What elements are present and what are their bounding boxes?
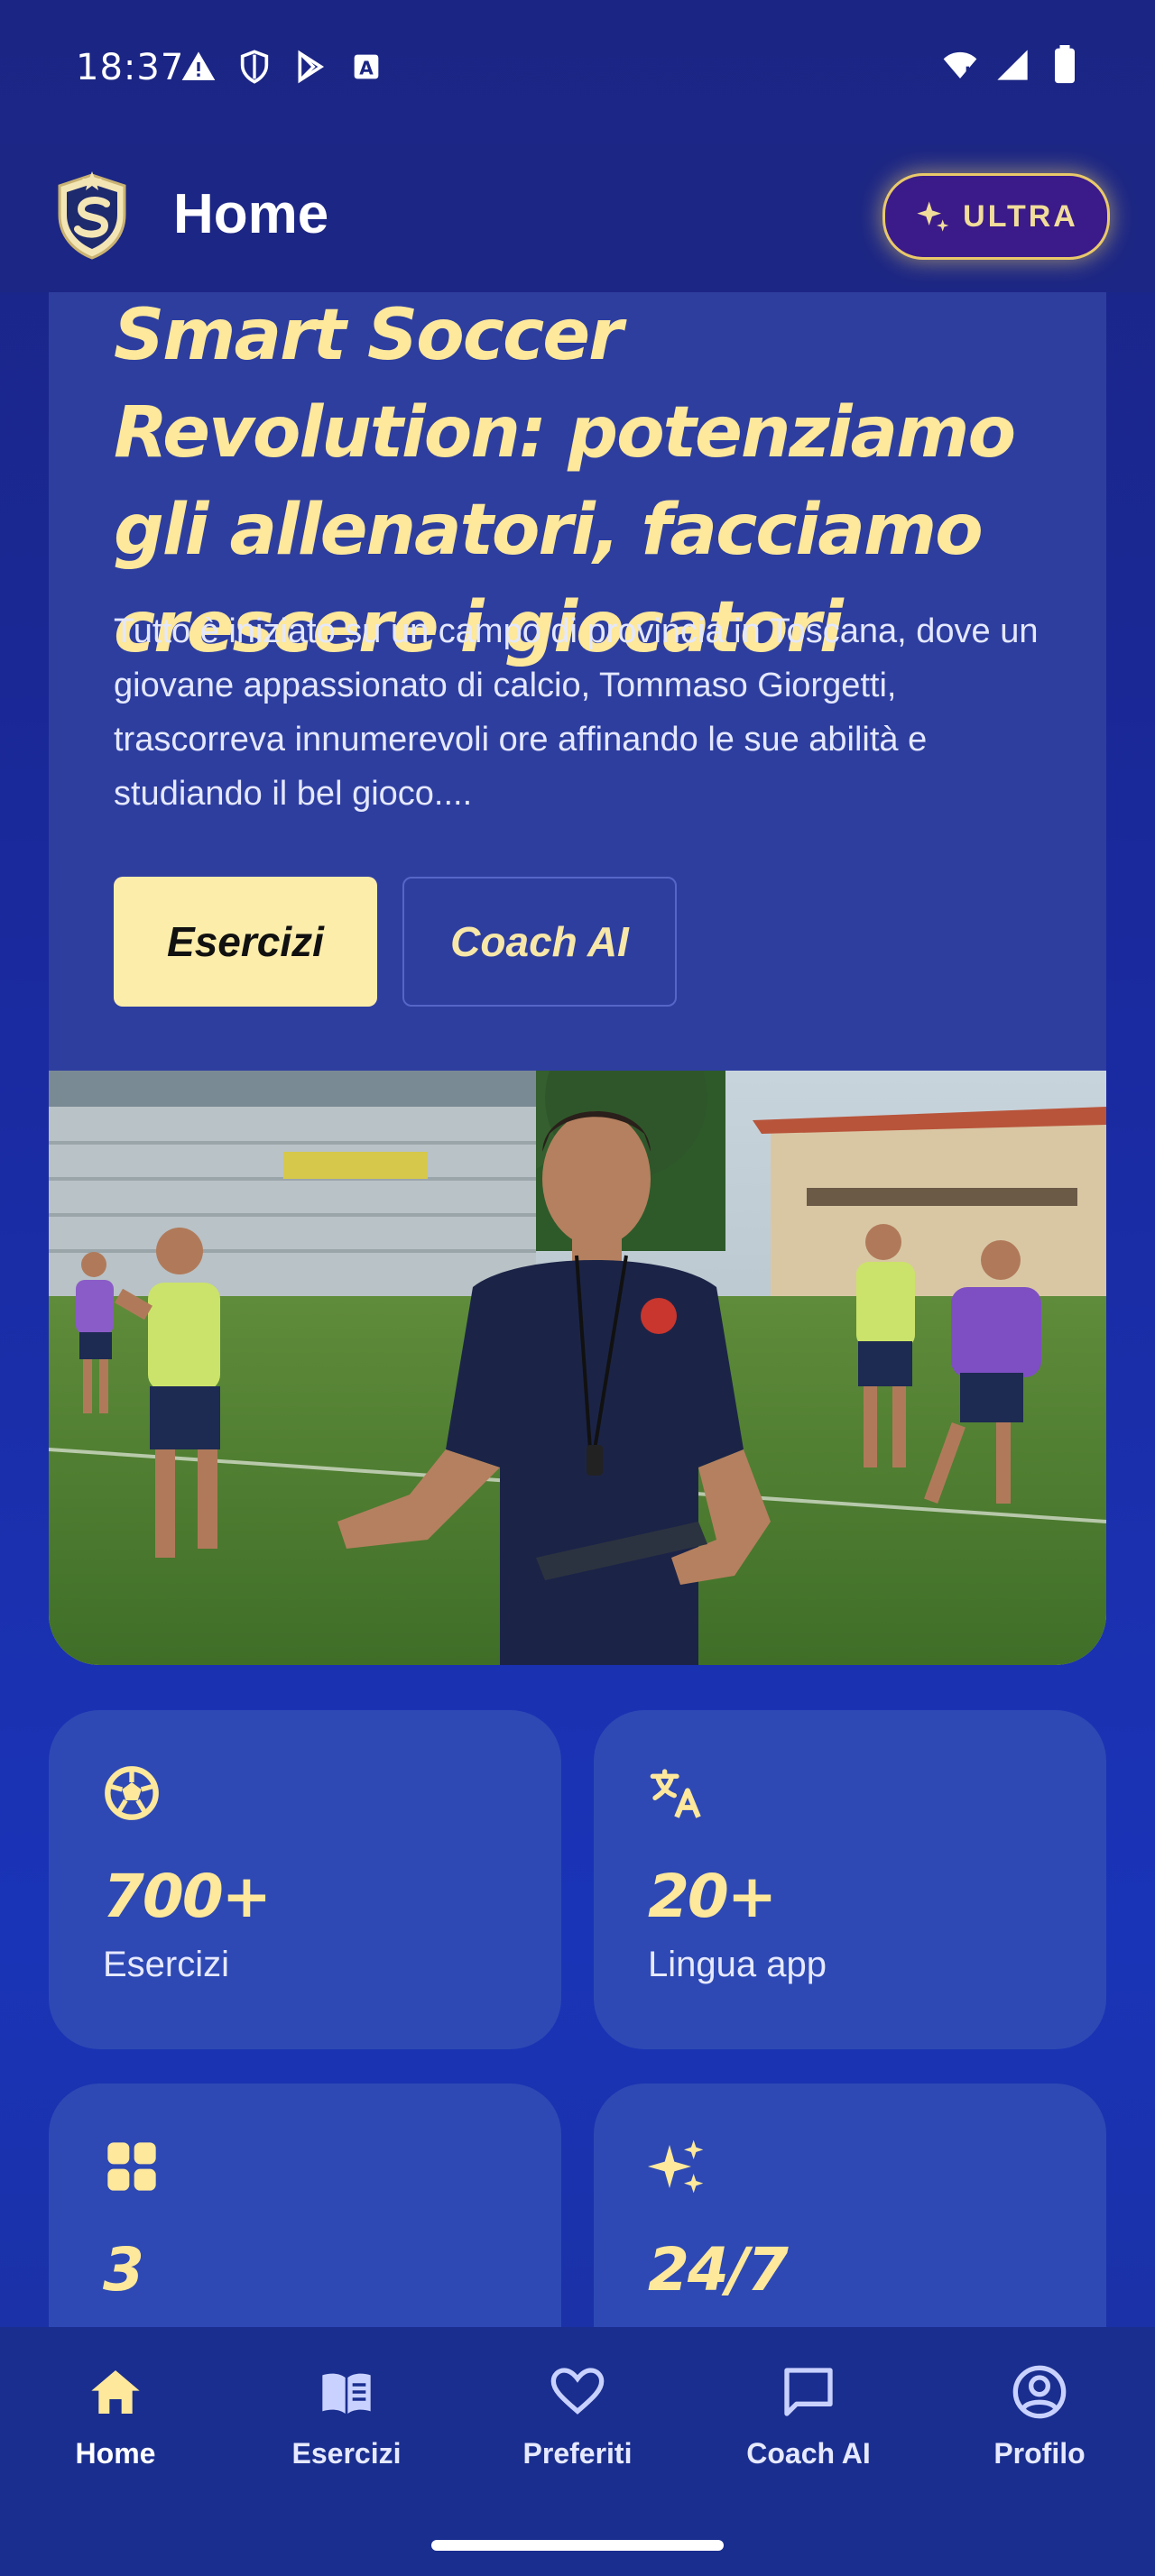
- stat-value: 24/7: [648, 2235, 789, 2305]
- profile-icon: [1012, 2365, 1067, 2419]
- soccer-ball-icon: [105, 1766, 159, 1820]
- font-icon: A: [348, 49, 384, 85]
- stat-card-exercises[interactable]: 700+ Esercizi: [49, 1710, 561, 2049]
- hero-description: Tutto è iniziato su un campo di provinci…: [114, 612, 1039, 813]
- heart-icon: [550, 2368, 605, 2415]
- nav-coach-ai[interactable]: Coach AI: [693, 2363, 924, 2470]
- bottom-navigation: Home Esercizi Preferiti Coach AI Profilo: [0, 2327, 1155, 2576]
- nav-profilo[interactable]: Profilo: [924, 2363, 1155, 2470]
- stat-label: Esercizi: [103, 1945, 230, 1984]
- translate-icon: [650, 1769, 701, 1818]
- home-indicator[interactable]: [431, 2540, 724, 2551]
- nav-label: Profilo: [993, 2437, 1086, 2470]
- nav-label: Esercizi: [291, 2437, 402, 2470]
- nav-home[interactable]: Home: [0, 2363, 231, 2470]
- status-time: 18:37: [76, 47, 185, 88]
- battery-icon: [1047, 45, 1083, 84]
- hero-card: Smart Soccer Revolution: potenziamo gli …: [49, 225, 1106, 1665]
- grid-icon: [107, 2142, 156, 2191]
- status-bar: 18:37 A: [0, 0, 1155, 144]
- nav-label: Preferiti: [522, 2437, 633, 2470]
- shield-icon: [236, 49, 273, 85]
- stat-value: 20+: [648, 1862, 777, 1931]
- nav-preferiti[interactable]: Preferiti: [462, 2363, 693, 2470]
- nav-label: Home: [75, 2437, 156, 2470]
- wifi-icon: [942, 47, 978, 83]
- stat-value: 3: [103, 2235, 144, 2305]
- signal-icon: [994, 47, 1030, 83]
- ultra-label: ULTRA: [963, 198, 1078, 234]
- chat-icon: [784, 2368, 833, 2416]
- coach-ai-button[interactable]: Coach AI: [402, 877, 677, 1007]
- page-title: Home: [173, 183, 329, 245]
- coach-training-photo: [49, 1071, 1106, 1665]
- svg-text:A: A: [359, 57, 374, 78]
- stat-label: Lingua app: [648, 1945, 827, 1984]
- nav-label: Coach AI: [746, 2437, 871, 2470]
- ultra-button[interactable]: ULTRA: [882, 173, 1110, 260]
- status-icons-left: A: [180, 49, 384, 85]
- play-store-icon: [292, 49, 328, 85]
- app-bar: Home ULTRA: [0, 144, 1155, 292]
- esercizi-button[interactable]: Esercizi: [114, 877, 377, 1007]
- book-icon: [322, 2373, 371, 2414]
- sparkle-icon: [917, 201, 949, 232]
- sparkle-icon: [648, 2139, 704, 2194]
- stat-card-languages[interactable]: 20+ Lingua app: [594, 1710, 1106, 2049]
- status-icons-right: [942, 45, 1083, 84]
- nav-esercizi[interactable]: Esercizi: [231, 2363, 462, 2470]
- app-logo-icon: [58, 171, 126, 260]
- warning-icon: [180, 49, 217, 85]
- stat-value: 700+: [103, 1862, 272, 1931]
- home-icon: [91, 2370, 140, 2414]
